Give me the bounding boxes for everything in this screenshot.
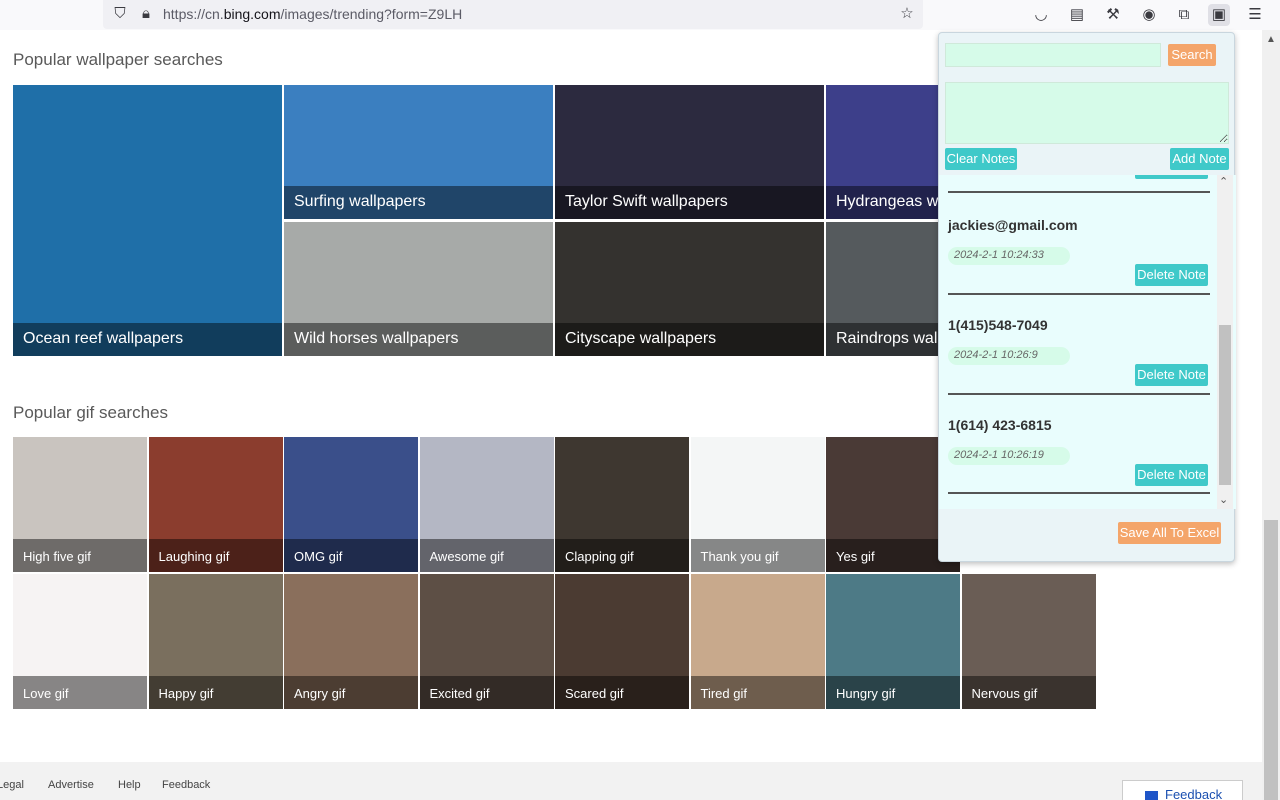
tile-label: Thank you gif — [690, 539, 825, 572]
note-divider — [948, 492, 1210, 494]
feedback-button[interactable]: Feedback — [1122, 780, 1243, 800]
gif-tile[interactable]: High five gif — [13, 437, 147, 572]
tile-label: Awesome gif — [419, 539, 554, 572]
note-divider — [948, 293, 1210, 295]
note-date: 2024-2-1 10:26:9 — [948, 347, 1070, 365]
menu-icon[interactable]: ☰ — [1244, 4, 1266, 26]
gif-tile[interactable]: Love gif — [13, 574, 147, 709]
tile-label: OMG gif — [284, 539, 418, 572]
search-button[interactable]: Search — [1168, 44, 1216, 66]
gif-tile[interactable]: Nervous gif — [961, 574, 1096, 709]
tile-label: Cityscape wallpapers — [555, 323, 824, 356]
notes-scrollbar-thumb[interactable] — [1219, 325, 1231, 485]
delete-note-button[interactable]: Delete Note — [1135, 264, 1208, 286]
tile-label: Tired gif — [690, 676, 825, 709]
bookmark-star-icon[interactable]: ☆ — [898, 5, 916, 23]
wallpaper-tile[interactable]: Ocean reef wallpapers — [13, 85, 282, 356]
note-divider — [948, 191, 1210, 193]
save-to-excel-button[interactable]: Save All To Excel — [1118, 522, 1221, 544]
tile-label: Angry gif — [284, 676, 418, 709]
note-text: jackies@gmail.com — [948, 217, 1078, 233]
tile-label: Excited gif — [419, 676, 554, 709]
tile-label: Clapping gif — [555, 539, 689, 572]
tile-label: Laughing gif — [148, 539, 283, 572]
footer: Legal Advertise Help Feedback Feedback — [0, 762, 1262, 800]
gif-tile[interactable]: Happy gif — [148, 574, 283, 709]
account-icon[interactable]: ◉ — [1138, 4, 1160, 26]
url-text[interactable]: https://cn.bing.com/images/trending?form… — [163, 6, 462, 22]
tile-label: Raindrops wallpapers — [826, 323, 939, 356]
delete-note-button[interactable]: Delete Note — [1135, 464, 1208, 486]
wallpaper-tile[interactable]: Surfing wallpapers — [284, 85, 553, 219]
gif-tile[interactable]: Excited gif — [419, 574, 554, 709]
page-scrollbar[interactable]: ▲ — [1262, 30, 1280, 800]
chevron-up-icon[interactable]: ⌃ — [1219, 175, 1228, 188]
lock-icon[interactable]: 🔒︎ — [137, 5, 155, 23]
notes-list[interactable]: jackies@gmail.com 2024-2-1 10:24:33 Dele… — [939, 175, 1236, 509]
tile-label: Ocean reef wallpapers — [13, 323, 282, 356]
address-bar[interactable]: ⛉ 🔒︎ https://cn.bing.com/images/trending… — [103, 0, 923, 29]
notes-scrollbar[interactable]: ⌃ ⌄ — [1217, 175, 1233, 509]
extensions-icon[interactable]: ⧉ — [1173, 4, 1195, 26]
wallpaper-tile[interactable]: Wild horses wallpapers — [284, 222, 553, 356]
tile-label: Scared gif — [555, 676, 689, 709]
search-input[interactable] — [945, 43, 1161, 67]
tile-label: High five gif — [13, 539, 147, 572]
gif-tile[interactable]: Laughing gif — [148, 437, 283, 572]
note-text: 1(614) 423-6815 — [948, 417, 1052, 433]
gif-tile[interactable]: Thank you gif — [690, 437, 825, 572]
gif-tile[interactable]: Scared gif — [555, 574, 689, 709]
scroll-up-icon[interactable]: ▲ — [1266, 34, 1276, 45]
note-date: 2024-2-1 10:26:19 — [948, 447, 1070, 465]
toolbar-icons: ◡ ▤ ⚒ ◉ ⧉ ▣ ☰ — [1030, 4, 1280, 26]
footer-link-advertise[interactable]: Advertise — [48, 779, 94, 791]
gif-tile[interactable]: OMG gif — [284, 437, 418, 572]
delete-note-button[interactable]: Delete Note — [1135, 364, 1208, 386]
add-note-button[interactable]: Add Note — [1170, 148, 1229, 170]
tile-label: Love gif — [13, 676, 147, 709]
clear-notes-button[interactable]: Clear Notes — [945, 148, 1017, 170]
shield-icon[interactable]: ⛉ — [111, 5, 129, 23]
wallpaper-section-title: Popular wallpaper searches — [13, 50, 223, 69]
tile-label: Hungry gif — [826, 676, 960, 709]
gif-tile[interactable]: Awesome gif — [419, 437, 554, 572]
tile-label: Taylor Swift wallpapers — [555, 186, 824, 219]
note-text: 1(415)548-7049 — [948, 317, 1048, 333]
feedback-icon — [1145, 791, 1158, 800]
footer-link-feedback[interactable]: Feedback — [162, 779, 210, 791]
note-textarea[interactable] — [945, 82, 1229, 144]
wallpaper-tile[interactable]: Taylor Swift wallpapers — [555, 85, 824, 219]
notes-extension-icon[interactable]: ▣ — [1208, 4, 1230, 26]
chevron-down-icon[interactable]: ⌄ — [1219, 493, 1228, 506]
gif-tile[interactable]: Clapping gif — [555, 437, 689, 572]
tile-label: Wild horses wallpapers — [284, 323, 553, 356]
footer-link-legal[interactable]: Legal — [0, 779, 24, 791]
scrollbar-thumb[interactable] — [1264, 520, 1278, 800]
feedback-button-label: Feedback — [1165, 787, 1223, 800]
pocket-icon[interactable]: ◡ — [1030, 4, 1052, 26]
delete-note-button[interactable] — [1135, 175, 1208, 179]
note-divider — [948, 393, 1210, 395]
notes-popup: Search Clear Notes Add Note jackies@gmai… — [938, 32, 1236, 562]
gif-tile[interactable]: Angry gif — [284, 574, 418, 709]
tile-label: Surfing wallpapers — [284, 186, 553, 219]
gif-tile[interactable]: Tired gif — [690, 574, 825, 709]
wrench-icon[interactable]: ⚒ — [1102, 4, 1124, 26]
tile-label: Nervous gif — [961, 676, 1096, 709]
wallpaper-tile[interactable]: Raindrops wallpapers — [826, 222, 939, 356]
wallpaper-tile[interactable]: Cityscape wallpapers — [555, 222, 824, 356]
note-date: 2024-2-1 10:24:33 — [948, 247, 1070, 265]
tile-label: Happy gif — [148, 676, 283, 709]
wallpaper-tile[interactable]: Hydrangeas wallpapers — [826, 85, 939, 219]
reader-view-icon[interactable]: ▤ — [1066, 4, 1088, 26]
tile-label: Hydrangeas wallpapers — [826, 186, 939, 219]
gif-tile[interactable]: Hungry gif — [826, 574, 960, 709]
footer-link-help[interactable]: Help — [118, 779, 141, 791]
browser-toolbar: ⛉ 🔒︎ https://cn.bing.com/images/trending… — [0, 0, 1280, 30]
gif-section-title: Popular gif searches — [13, 403, 168, 422]
